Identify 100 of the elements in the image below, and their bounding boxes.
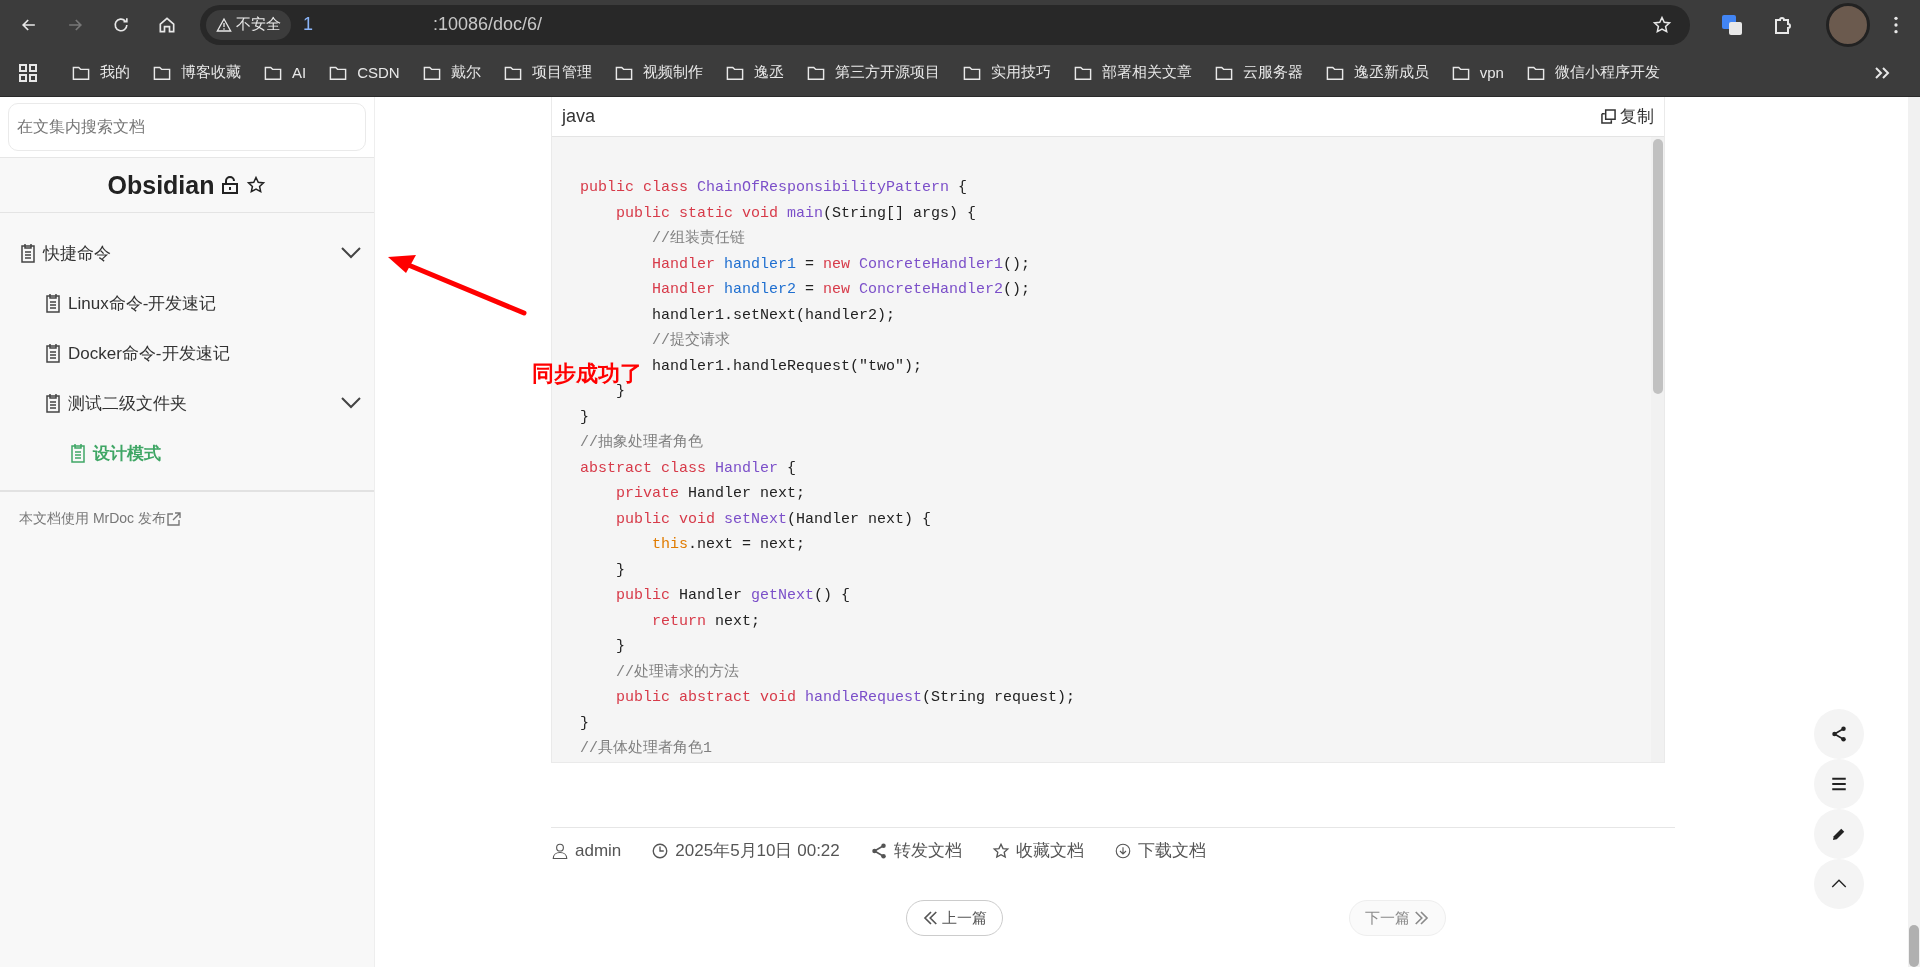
code-line: //组装责任链: [652, 230, 746, 247]
document-icon: [69, 443, 87, 463]
bookmark[interactable]: 戴尔: [410, 56, 492, 89]
folder-icon: [263, 64, 283, 81]
document-icon: [44, 393, 62, 413]
folder-icon: [71, 64, 91, 81]
search-field[interactable]: 在文集内搜索文档: [8, 103, 366, 151]
document-icon: [19, 243, 37, 263]
document-icon: [44, 343, 62, 363]
copy-icon: [1601, 109, 1616, 124]
code-line: return next;: [652, 612, 761, 630]
bookmark[interactable]: AI: [252, 56, 318, 89]
user-icon: [551, 841, 569, 860]
code-line: //提交请求: [652, 332, 731, 349]
copy-button[interactable]: 复制: [1601, 105, 1654, 128]
code-line: }: [616, 561, 626, 579]
clock-icon: [651, 841, 670, 860]
author-name: admin: [575, 840, 622, 861]
address-bar[interactable]: 不安全 1 :10086/doc/6/: [200, 4, 1690, 45]
code-line: }: [616, 383, 626, 400]
publish-note: 本文档使用 MrDoc 发布: [0, 492, 374, 546]
tree-item[interactable]: 快捷命令: [0, 228, 374, 278]
star-icon: [991, 841, 1010, 860]
folder-icon: [328, 64, 349, 81]
star-icon[interactable]: [246, 175, 267, 195]
code-line: public class ChainOfResponsibilityPattern {: [580, 179, 968, 196]
code-line: public void setNext(Handler next) {: [616, 510, 932, 528]
code-line: public Handler getNext() {: [616, 587, 851, 604]
code-line: public static void main(String[] args) {: [616, 204, 977, 222]
code-line: //处理请求的方法: [616, 663, 740, 681]
code-line: }: [580, 408, 589, 426]
code-line: private Handler next;: [616, 485, 806, 502]
code-line: Handler handler1 = new ConcreteHandler1();: [652, 255, 1031, 273]
folder-icon: [1525, 64, 1546, 81]
scrollbar-thumb[interactable]: [1652, 139, 1663, 394]
menu-icon: [1830, 775, 1848, 793]
external-link-icon[interactable]: [166, 511, 182, 527]
bookmark[interactable]: 实用技巧: [950, 56, 1062, 89]
code-line: //抽象处理者角色: [580, 434, 703, 451]
bookmark[interactable]: vpn: [1439, 56, 1515, 89]
code-line: Handler handler2 = new ConcreteHandler2();: [652, 281, 1031, 298]
avatar[interactable]: [1826, 2, 1870, 47]
folder-icon: [152, 64, 172, 81]
share-icon: [869, 841, 888, 860]
apps-grid-icon[interactable]: [18, 62, 38, 83]
publish-time: 2025年5月10日 00:22: [675, 840, 840, 862]
bookmark[interactable]: 项目管理: [491, 56, 603, 89]
more-bookmarks-icon[interactable]: [1874, 64, 1890, 81]
folder-icon: [961, 64, 982, 81]
share-link[interactable]: 转发文档: [893, 839, 962, 862]
warning-icon: [216, 16, 232, 33]
double-chevron-left-icon: [922, 909, 940, 927]
code-line: //具体处理者角色1: [580, 740, 712, 757]
code-line: }: [580, 714, 589, 732]
folder-icon: [724, 64, 745, 81]
bookmark-star-icon[interactable]: [1652, 14, 1672, 35]
bookmark[interactable]: 微信小程序开发: [1514, 56, 1671, 89]
share-button[interactable]: [1814, 709, 1864, 759]
folder-icon: [421, 64, 442, 81]
favorite-link[interactable]: 收藏文档: [1015, 839, 1084, 862]
bookmark[interactable]: 第三方开源项目: [794, 56, 951, 89]
translate-icon[interactable]: [1720, 12, 1744, 37]
tree-item[interactable]: Linux命令-开发速记: [0, 278, 374, 328]
scrollbar[interactable]: [1651, 137, 1664, 762]
collection-title: Obsidian: [107, 170, 215, 200]
bookmark[interactable]: 部署相关文章: [1061, 56, 1203, 89]
bookmark[interactable]: 云服务器: [1202, 56, 1314, 89]
bookmark[interactable]: 逸丞新成员: [1313, 56, 1440, 89]
code-line: }: [616, 638, 626, 655]
folder-icon: [1213, 64, 1234, 81]
lock-icon[interactable]: [220, 175, 241, 195]
double-chevron-right-icon: [1412, 909, 1430, 927]
folder-icon: [613, 64, 634, 81]
share-icon: [1830, 725, 1848, 743]
page-scrollbar[interactable]: [1908, 97, 1920, 967]
bookmark[interactable]: 我的: [60, 56, 141, 89]
download-link[interactable]: 下载文档: [1137, 839, 1206, 862]
bookmark[interactable]: 逸丞: [713, 56, 795, 89]
bookmark[interactable]: CSDN: [317, 56, 411, 89]
bookmark[interactable]: 博客收藏: [141, 56, 252, 89]
tree-item[interactable]: 测试二级文件夹: [0, 378, 374, 428]
page-scrollbar-thumb[interactable]: [1909, 925, 1919, 967]
code-line: public abstract void handleRequest(String request);: [616, 689, 1076, 706]
download-icon: [1113, 841, 1132, 860]
code-line: abstract class Handler {: [580, 459, 797, 477]
language-label: java: [562, 106, 596, 127]
document-icon: [44, 293, 62, 313]
code-line: handler1.setNext(handler2);: [652, 306, 896, 324]
previous-page-button[interactable]: 上一篇: [906, 900, 1003, 936]
code-line: handler1.handleRequest("two");: [652, 357, 923, 375]
url-host: 1: [303, 14, 313, 35]
folder-icon: [1072, 64, 1093, 81]
tree-item[interactable]: Docker命令-开发速记: [0, 328, 374, 378]
folder-icon: [502, 64, 523, 81]
folder-icon: [1450, 64, 1471, 81]
security-badge[interactable]: 不安全: [206, 9, 291, 40]
bookmark[interactable]: 视频制作: [602, 56, 714, 89]
folder-icon: [1324, 64, 1345, 81]
url-path: :10086/doc/6/: [433, 14, 544, 35]
code-line: this.next = next;: [652, 536, 806, 553]
